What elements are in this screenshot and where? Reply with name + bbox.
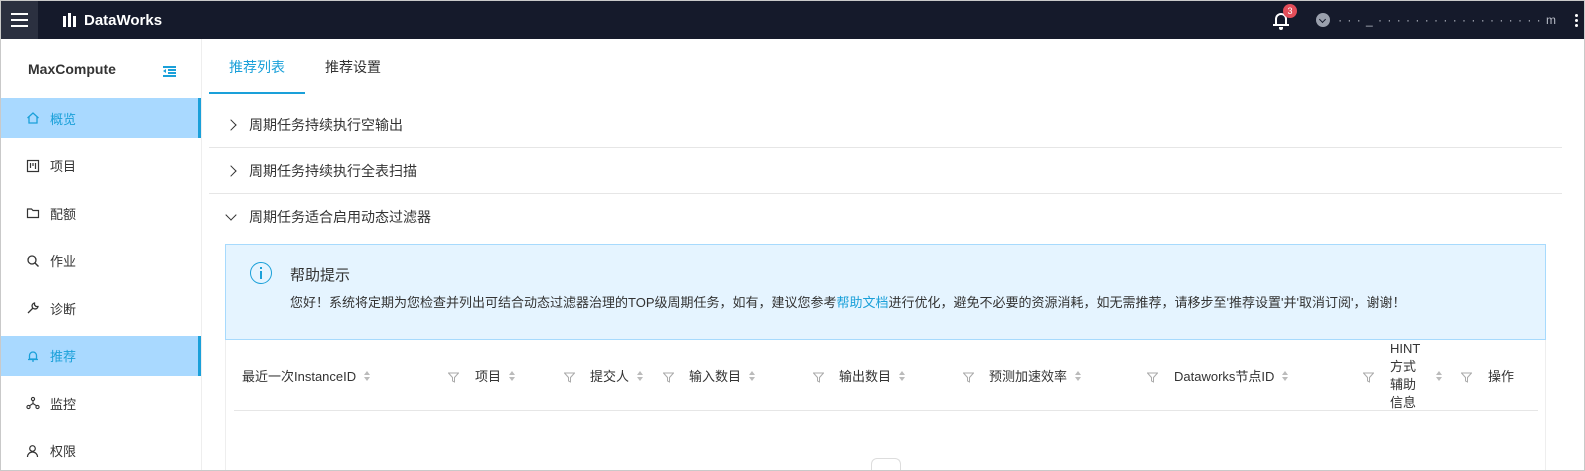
sidebar-item-overview[interactable]: 概览 (1, 98, 201, 138)
collapse-panel-empty-output[interactable]: 周期任务持续执行空输出 (209, 102, 1562, 148)
chevron-right-icon (225, 164, 237, 177)
dataworks-logo-icon (62, 12, 78, 28)
sidebar-item-label: 概览 (50, 111, 77, 127)
collapse-panel-dynamic-filter[interactable]: 周期任务适合启用动态过滤器 (209, 194, 1562, 240)
help-text-before: 您好！系统将定期为您检查并列出可结合动态过滤器治理的TOP级周期任务，如有，建议… (290, 295, 837, 310)
info-icon (250, 262, 272, 284)
panel-title: 周期任务适合启用动态过滤器 (249, 209, 431, 225)
table-header: 最近一次InstanceID 项目 提交人 输入数目 输出数目 预测加速效率 D… (234, 340, 1538, 411)
sort-icon[interactable] (637, 370, 644, 381)
network-icon (26, 396, 40, 410)
help-text: 您好！系统将定期为您检查并列出可结合动态过滤器治理的TOP级周期任务，如有，建议… (290, 292, 1405, 311)
sidebar-item-diagnosis[interactable]: 诊断 (1, 288, 201, 328)
column-header-hint-info[interactable]: HINT方式辅助信息 (1390, 340, 1442, 411)
sidebar-title: MaxCompute (28, 60, 116, 77)
sidebar-item-quota[interactable]: 配额 (1, 193, 201, 233)
home-icon (26, 111, 40, 125)
filter-icon[interactable] (812, 371, 825, 383)
column-header-actions: 操作 (1488, 369, 1515, 384)
sort-icon[interactable] (509, 370, 516, 381)
help-text-after: 进行优化，避免不必要的资源消耗，如无需推荐，请移步至'推荐设置'并'取消订阅'，… (888, 295, 1406, 310)
recommend-table: 最近一次InstanceID 项目 提交人 输入数目 输出数目 预测加速效率 D… (225, 340, 1546, 470)
sort-icon[interactable] (364, 370, 371, 381)
wrench-icon (26, 301, 40, 315)
sidebar-item-label: 推荐 (50, 349, 77, 364)
sidebar: MaxCompute 概览 项目 配额 作业 诊断 推荐 监控 权限 (1, 39, 202, 471)
help-title: 帮助提示 (290, 267, 351, 284)
filter-icon[interactable] (1460, 371, 1473, 383)
more-options-icon[interactable] (1575, 13, 1578, 27)
help-doc-link[interactable]: 帮助文档 (837, 295, 889, 310)
sidebar-item-label: 权限 (50, 444, 77, 459)
column-header-instance-id[interactable]: 最近一次InstanceID (242, 340, 371, 411)
sidebar-item-jobs[interactable]: 作业 (1, 241, 201, 281)
collapse-sidebar-icon[interactable] (163, 66, 176, 77)
notification-count-badge: 3 (1283, 4, 1298, 18)
chevron-down-icon (225, 208, 237, 221)
sidebar-item-permissions[interactable]: 权限 (1, 431, 201, 471)
search-icon (26, 254, 40, 268)
sidebar-item-label: 监控 (50, 396, 77, 412)
folder-icon (26, 206, 40, 220)
bell-icon (26, 349, 40, 363)
column-header-node-id[interactable]: Dataworks节点ID (1174, 340, 1289, 411)
sort-icon[interactable] (1282, 370, 1289, 381)
user-icon (26, 444, 40, 458)
chevron-right-icon (225, 118, 237, 131)
sidebar-item-projects[interactable]: 项目 (1, 146, 201, 186)
app-window: DataWorks 3 · · · _ · · · · · · · · · · … (0, 0, 1585, 471)
filter-icon[interactable] (1362, 371, 1375, 383)
filter-icon[interactable] (563, 371, 576, 383)
hamburger-menu-icon[interactable] (1, 1, 38, 39)
user-menu[interactable]: · · · _ · · · · · · · · · · · · · · · · … (1316, 13, 1557, 27)
collapse-panel-full-scan[interactable]: 周期任务持续执行全表扫描 (209, 148, 1562, 194)
sort-icon[interactable] (749, 370, 756, 381)
filter-icon[interactable] (962, 371, 975, 383)
user-name: · · · _ · · · · · · · · · · · · · · · · … (1338, 13, 1557, 27)
sidebar-header: MaxCompute (1, 39, 201, 98)
sort-icon[interactable] (1075, 370, 1082, 381)
notification-bell-icon[interactable]: 3 (1272, 4, 1298, 30)
main-content: 推荐列表 推荐设置 周期任务持续执行空输出 周期任务持续执行全表扫描 周期任务适… (202, 39, 1584, 470)
column-header-output-count[interactable]: 输出数目 (839, 340, 906, 411)
app-logo[interactable]: DataWorks (62, 12, 162, 29)
tab-recommend-settings[interactable]: 推荐设置 (305, 39, 401, 94)
tab-bar: 推荐列表 推荐设置 (209, 39, 401, 94)
panel-title: 周期任务持续执行空输出 (249, 116, 403, 133)
filter-icon[interactable] (662, 371, 675, 383)
sort-icon[interactable] (899, 370, 906, 381)
sidebar-item-label: 配额 (50, 206, 77, 222)
sidebar-item-monitor[interactable]: 监控 (1, 383, 201, 423)
column-header-input-count[interactable]: 输入数目 (689, 340, 756, 411)
sidebar-item-recommend[interactable]: 推荐 (1, 335, 201, 376)
sidebar-item-label: 作业 (50, 254, 77, 269)
column-header-submitter[interactable]: 提交人 (590, 340, 644, 411)
user-dropdown-icon (1316, 13, 1331, 27)
filter-icon[interactable] (447, 371, 460, 383)
top-bar: DataWorks 3 · · · _ · · · · · · · · · · … (1, 1, 1584, 39)
sidebar-item-label: 项目 (50, 159, 77, 174)
empty-state-icon (871, 458, 901, 470)
app-name: DataWorks (84, 11, 163, 29)
board-icon (26, 159, 40, 173)
panel-title: 周期任务持续执行全表扫描 (249, 162, 417, 179)
sort-icon[interactable] (1436, 370, 1442, 381)
sidebar-item-label: 诊断 (50, 301, 77, 317)
filter-icon[interactable] (1146, 371, 1159, 383)
column-header-project[interactable]: 项目 (475, 340, 516, 411)
tab-recommend-list[interactable]: 推荐列表 (209, 39, 305, 94)
sidebar-menu: 概览 项目 配额 作业 诊断 推荐 监控 权限 (1, 98, 201, 471)
column-header-speedup[interactable]: 预测加速效率 (989, 340, 1082, 411)
help-alert: 帮助提示 您好！系统将定期为您检查并列出可结合动态过滤器治理的TOP级周期任务，… (225, 244, 1546, 340)
